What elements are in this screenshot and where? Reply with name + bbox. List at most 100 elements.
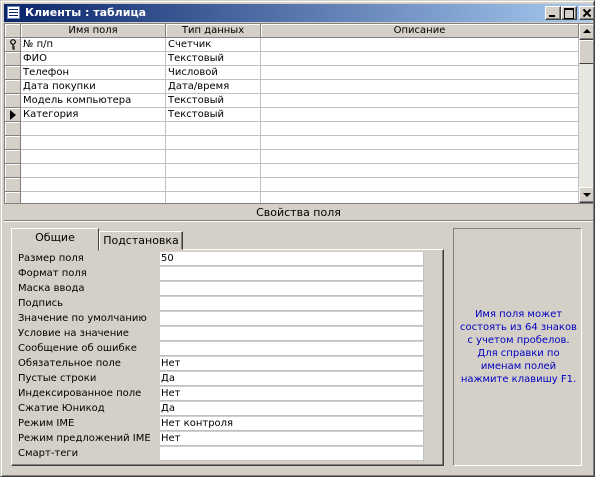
description-cell[interactable] xyxy=(261,80,579,94)
property-value-field[interactable]: Да xyxy=(160,372,423,386)
property-value-field[interactable] xyxy=(160,282,423,296)
table-row[interactable]: ФИО Текстовый xyxy=(5,52,579,66)
description-cell[interactable] xyxy=(261,66,579,80)
scroll-thumb[interactable] xyxy=(579,40,593,64)
data-type-cell[interactable] xyxy=(166,192,261,203)
description-cell[interactable] xyxy=(261,178,579,192)
description-cell[interactable] xyxy=(261,38,579,52)
description-cell[interactable] xyxy=(261,122,579,136)
row-selector[interactable] xyxy=(5,66,21,80)
property-row: Сообщение об ошибке xyxy=(16,342,423,357)
table-row[interactable]: Дата покупки Дата/время xyxy=(5,80,579,94)
property-row: Индексированное поле Нет xyxy=(16,387,423,402)
field-name-cell[interactable]: Категория xyxy=(21,108,166,122)
data-type-cell[interactable]: Дата/время xyxy=(166,80,261,94)
data-type-cell[interactable] xyxy=(166,178,261,192)
property-row: Значение по умолчанию xyxy=(16,312,423,327)
description-cell[interactable] xyxy=(261,94,579,108)
data-type-cell[interactable] xyxy=(166,164,261,178)
field-name-cell[interactable] xyxy=(21,136,166,150)
property-label: Маска ввода xyxy=(18,283,85,294)
table-row[interactable]: Категория Текстовый xyxy=(5,108,579,122)
property-row: Сжатие Юникод Да xyxy=(16,402,423,417)
data-type-cell[interactable]: Текстовый xyxy=(166,52,261,66)
table-row[interactable] xyxy=(5,178,579,192)
property-value-field[interactable] xyxy=(160,267,423,281)
table-row[interactable]: № п/п Счетчик xyxy=(5,38,579,52)
data-type-cell[interactable] xyxy=(166,150,261,164)
row-selector[interactable] xyxy=(5,122,21,136)
property-value-field[interactable]: 50 xyxy=(160,252,423,266)
property-value-field[interactable] xyxy=(160,342,423,356)
row-selector[interactable] xyxy=(5,94,21,108)
maximize-button[interactable] xyxy=(561,6,577,20)
data-type-cell[interactable]: Счетчик xyxy=(166,38,261,52)
property-value-field[interactable]: Нет xyxy=(160,432,423,446)
scroll-up-button[interactable] xyxy=(579,24,593,40)
field-name-cell[interactable]: Модель компьютера xyxy=(21,94,166,108)
description-cell[interactable] xyxy=(261,164,579,178)
data-type-cell[interactable] xyxy=(166,122,261,136)
row-selector[interactable] xyxy=(5,192,21,203)
property-value-field[interactable]: Нет xyxy=(160,357,423,371)
row-selector[interactable] xyxy=(5,164,21,178)
table-row[interactable]: Телефон Числовой xyxy=(5,66,579,80)
minimize-button[interactable] xyxy=(545,6,561,20)
table-row[interactable] xyxy=(5,150,579,164)
property-label: Сообщение об ошибке xyxy=(18,343,137,354)
table-row[interactable] xyxy=(5,164,579,178)
property-value-field[interactable] xyxy=(160,297,423,311)
scroll-down-button[interactable] xyxy=(579,187,593,203)
row-selector[interactable] xyxy=(5,38,21,52)
data-type-cell[interactable]: Текстовый xyxy=(166,108,261,122)
field-name-cell[interactable] xyxy=(21,150,166,164)
field-name-cell[interactable] xyxy=(21,178,166,192)
property-value-field[interactable] xyxy=(160,312,423,326)
column-header-description[interactable]: Описание xyxy=(261,24,579,38)
property-value-field[interactable] xyxy=(160,447,423,461)
description-cell[interactable] xyxy=(261,52,579,66)
data-type-cell[interactable] xyxy=(166,136,261,150)
row-selector[interactable] xyxy=(5,136,21,150)
title-bar[interactable]: Клиенты : таблица xyxy=(4,4,595,22)
table-row[interactable] xyxy=(5,136,579,150)
property-value-field[interactable]: Да xyxy=(160,402,423,416)
property-row: Размер поля 50 xyxy=(16,252,423,267)
property-row: Условие на значение xyxy=(16,327,423,342)
field-name-cell[interactable]: Телефон xyxy=(21,66,166,80)
table-icon xyxy=(7,6,20,19)
description-cell[interactable] xyxy=(261,136,579,150)
column-header-field-name[interactable]: Имя поля xyxy=(21,24,166,38)
field-name-cell[interactable]: № п/п xyxy=(21,38,166,52)
tab-general[interactable]: Общие xyxy=(11,228,99,251)
field-name-cell[interactable] xyxy=(21,122,166,136)
row-selector[interactable] xyxy=(5,178,21,192)
row-selector[interactable] xyxy=(5,52,21,66)
table-row[interactable] xyxy=(5,122,579,136)
property-value-field[interactable]: Нет контроля xyxy=(160,417,423,431)
row-selector[interactable] xyxy=(5,108,21,122)
help-panel: Имя поля может состоять из 64 знаков с у… xyxy=(453,228,582,466)
data-type-cell[interactable]: Текстовый xyxy=(166,94,261,108)
property-value-field[interactable] xyxy=(160,327,423,341)
field-name-cell[interactable] xyxy=(21,192,166,203)
property-label: Подпись xyxy=(18,298,63,309)
tab-lookup[interactable]: Подстановка xyxy=(99,231,183,250)
row-selector[interactable] xyxy=(5,150,21,164)
data-type-cell[interactable]: Числовой xyxy=(166,66,261,80)
field-name-cell[interactable] xyxy=(21,164,166,178)
help-text: Имя поля может состоять из 64 знаков с у… xyxy=(460,309,577,385)
property-value-field[interactable]: Нет xyxy=(160,387,423,401)
field-name-cell[interactable]: Дата покупки xyxy=(21,80,166,94)
table-row[interactable]: Модель компьютера Текстовый xyxy=(5,94,579,108)
property-label: Значение по умолчанию xyxy=(18,313,147,324)
table-row[interactable] xyxy=(5,192,579,203)
description-cell[interactable] xyxy=(261,150,579,164)
close-button[interactable] xyxy=(579,6,595,20)
description-cell[interactable] xyxy=(261,192,579,203)
row-selector[interactable] xyxy=(5,80,21,94)
description-cell[interactable] xyxy=(261,108,579,122)
grid-scrollbar[interactable] xyxy=(579,24,593,203)
field-name-cell[interactable]: ФИО xyxy=(21,52,166,66)
column-header-data-type[interactable]: Тип данных xyxy=(166,24,261,38)
